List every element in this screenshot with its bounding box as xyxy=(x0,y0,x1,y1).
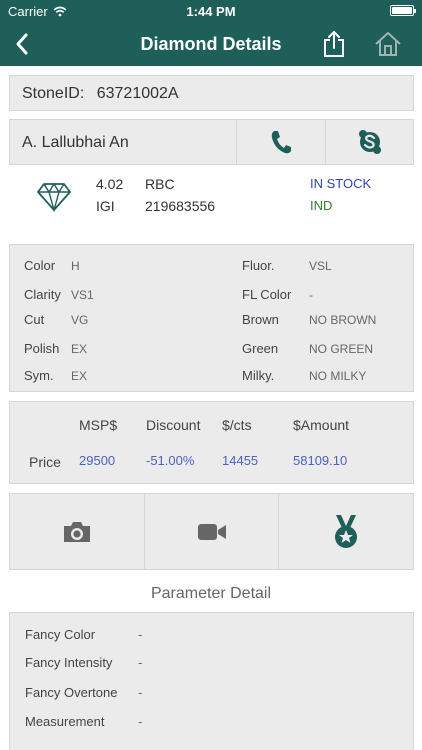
fluor-value: VSL xyxy=(309,259,332,273)
battery-icon xyxy=(390,5,416,16)
fluor-label: Fluor. xyxy=(242,258,275,273)
share-button[interactable] xyxy=(318,28,350,60)
stock-status: IN STOCK xyxy=(310,176,372,191)
price-panel: MSP$ Discount $/cts $Amount Price 29500 … xyxy=(9,401,414,484)
stone-id-label: StoneID: xyxy=(22,85,85,102)
fancy-color-value: - xyxy=(138,627,143,642)
fl-color-label: FL Color xyxy=(242,287,292,302)
clock: 1:44 PM xyxy=(186,4,236,19)
carat-weight: 4.02 xyxy=(96,176,124,192)
price-discount-value: -51.00% xyxy=(146,453,195,468)
specs-panel: Color H Fluor. VSL Clarity VS1 FL Color … xyxy=(9,244,414,392)
sym-label: Sym. xyxy=(24,368,54,383)
page-title: Diamond Details xyxy=(140,34,282,54)
shape: RBC xyxy=(145,176,175,192)
green-value: NO GREEN xyxy=(309,342,374,356)
cut-value: VG xyxy=(71,313,89,327)
media-panel xyxy=(9,493,414,570)
diamond-summary: 4.02 RBC IGI 219683556 IN STOCK IND xyxy=(0,165,422,235)
clarity-value: VS1 xyxy=(71,288,94,302)
location: IND xyxy=(310,198,333,213)
home-button[interactable] xyxy=(372,28,404,60)
measurement-label: Measurement xyxy=(25,714,105,729)
color-value: H xyxy=(71,259,80,273)
video-camera-icon xyxy=(197,523,226,540)
supplier-name: A. Lallubhai An xyxy=(10,120,237,164)
fancy-intensity-label: Fancy Intensity xyxy=(25,655,113,670)
price-msp-value: 29500 xyxy=(79,453,116,468)
fancy-intensity-value: - xyxy=(138,655,143,670)
certificate-button[interactable] xyxy=(278,494,413,569)
skype-button[interactable] xyxy=(325,120,413,164)
skype-icon xyxy=(358,130,381,154)
home-icon xyxy=(375,32,401,56)
cut-label: Cut xyxy=(24,312,45,327)
supplier-row: A. Lallubhai An xyxy=(9,119,414,165)
share-icon xyxy=(324,30,344,57)
video-button[interactable] xyxy=(143,494,279,569)
fancy-overtone-value: - xyxy=(138,685,143,700)
navigation-bar: Diamond Details xyxy=(0,22,422,66)
price-amount-value: 58109.10 xyxy=(293,453,348,468)
parameter-detail-title: Parameter Detail xyxy=(150,585,272,602)
milky-value: NO MILKY xyxy=(309,369,367,383)
polish-value: EX xyxy=(71,342,88,356)
sym-value: EX xyxy=(71,369,88,383)
measurement-value: - xyxy=(138,714,143,729)
status-bar: Carrier 1:44 PM xyxy=(0,0,422,22)
fancy-overtone-label: Fancy Overtone xyxy=(25,685,118,700)
brown-label: Brown xyxy=(242,312,279,327)
brown-value: NO BROWN xyxy=(309,313,377,327)
call-button[interactable] xyxy=(237,120,325,164)
fancy-color-label: Fancy Color xyxy=(25,627,96,642)
award-medal-icon xyxy=(335,514,358,548)
green-label: Green xyxy=(242,341,279,356)
polish-label: Polish xyxy=(24,341,60,356)
fl-color-value: - xyxy=(309,288,313,302)
price-header-discount: Discount xyxy=(146,417,201,433)
clarity-label: Clarity xyxy=(24,287,61,302)
parameter-detail-panel: Fancy Color - Fancy Intensity - Fancy Ov… xyxy=(9,612,414,750)
price-header-msp: MSP$ xyxy=(79,417,118,433)
stone-id-value: 63721002A xyxy=(96,85,179,102)
stone-id-row: StoneID: 63721002A xyxy=(9,75,414,111)
price-per-carat-value: 14455 xyxy=(222,453,259,468)
color-label: Color xyxy=(24,258,56,273)
phone-icon xyxy=(271,131,291,154)
certificate-number: 219683556 xyxy=(145,198,216,214)
price-row-label: Price xyxy=(29,454,61,470)
price-header-amount: $Amount xyxy=(293,417,350,433)
camera-icon xyxy=(63,521,90,542)
photo-button[interactable] xyxy=(10,494,144,569)
lab: IGI xyxy=(96,198,115,214)
diamond-icon xyxy=(37,182,71,212)
price-header-per-carat: $/cts xyxy=(222,417,252,433)
milky-label: Milky. xyxy=(242,368,275,383)
